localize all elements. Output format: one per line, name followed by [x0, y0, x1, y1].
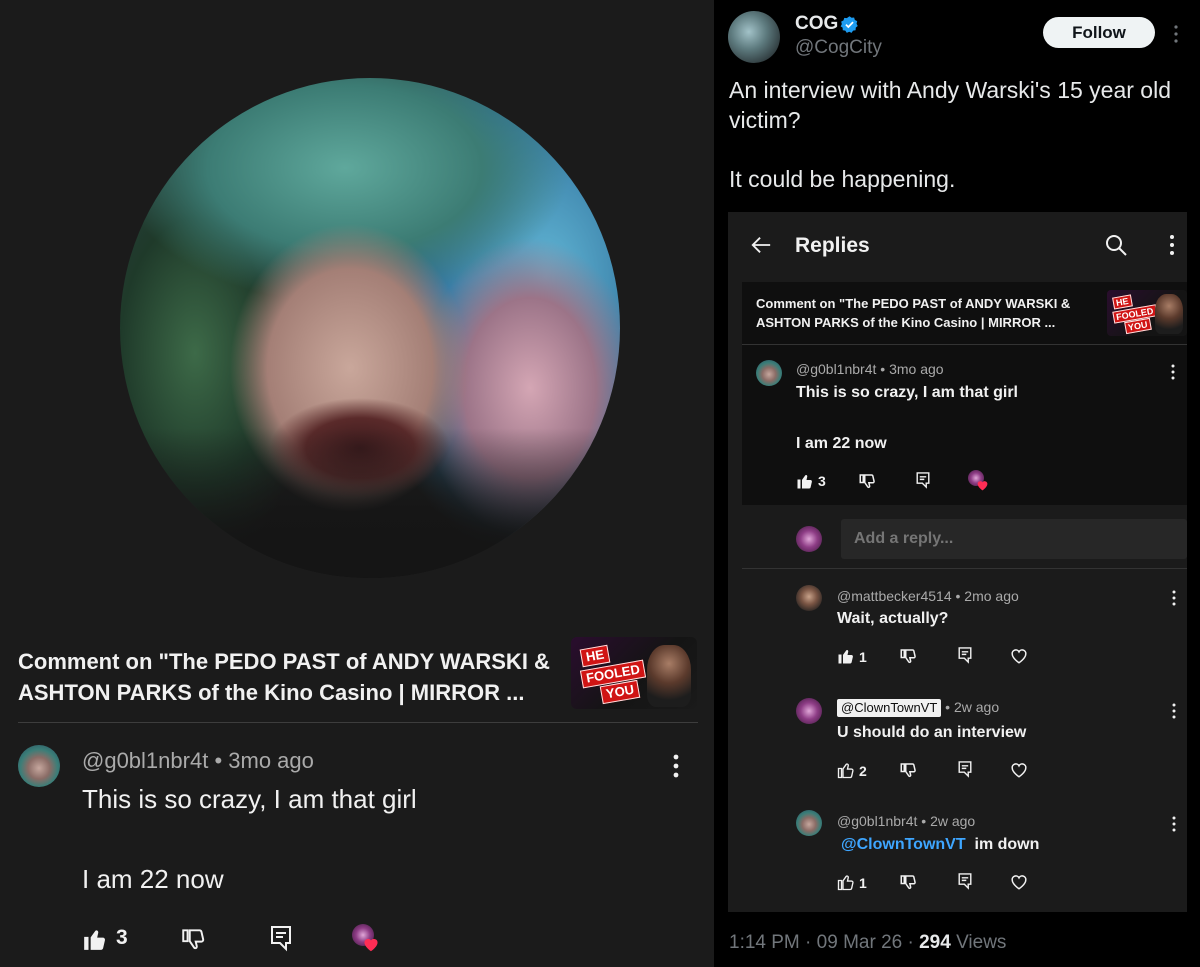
tweet-date[interactable]: 09 Mar 26	[817, 932, 903, 953]
divider	[742, 344, 1187, 345]
meta-separator: •	[214, 748, 229, 773]
heart-icon[interactable]	[1010, 873, 1028, 891]
reply-text: Wait, actually?	[837, 610, 949, 627]
verified-badge-icon	[840, 16, 858, 33]
follow-button[interactable]: Follow	[1043, 17, 1155, 48]
avatar[interactable]	[728, 11, 780, 63]
reply-meta: @mattbecker4514 • 2mo ago	[837, 588, 1019, 604]
reply-handle[interactable]: @mattbecker4514	[837, 588, 952, 604]
thumbnail-person	[647, 645, 691, 707]
reply-handle[interactable]: @ClownTownVT	[837, 699, 942, 717]
avatar[interactable]	[18, 745, 60, 787]
reply-text-body: im down	[974, 836, 1040, 853]
reply-handle[interactable]: @g0bl1nbr4t	[837, 813, 917, 829]
tweet-time[interactable]: 1:14 PM	[729, 932, 800, 953]
thumbs-down-icon[interactable]	[858, 472, 876, 490]
comment-meta: @g0bl1nbr4t • 3mo ago	[796, 361, 944, 377]
like-count: 1	[859, 875, 867, 891]
back-arrow-icon[interactable]	[750, 234, 772, 256]
avatar[interactable]	[756, 360, 782, 386]
like-count: 2	[859, 763, 867, 779]
reply-icon[interactable]	[956, 760, 974, 778]
like-count: 3	[116, 926, 128, 949]
comment-age: 3mo ago	[228, 748, 314, 773]
tweet-text-line2: It could be happening.	[729, 166, 956, 192]
reply-age: 2mo ago	[964, 588, 1019, 604]
search-icon[interactable]	[1104, 233, 1128, 257]
divider	[18, 722, 698, 723]
avatar[interactable]	[796, 810, 822, 836]
comment-meta: @g0bl1nbr4t • 3mo ago	[82, 748, 314, 774]
thumbnail-person	[1155, 294, 1183, 334]
comment-text-line2: I am 22 now	[82, 864, 224, 894]
heart-icon[interactable]	[1010, 761, 1028, 779]
tweet-text: An interview with Andy Warski's 15 year …	[729, 77, 1171, 133]
more-icon[interactable]	[1168, 24, 1184, 44]
video-thumbnail[interactable]: HE FOOLED YOU	[1107, 290, 1187, 336]
thumbs-down-icon[interactable]	[899, 647, 917, 665]
more-options-icon[interactable]	[664, 752, 688, 780]
creator-heart-icon	[352, 924, 380, 952]
thumbs-down-icon[interactable]	[180, 926, 206, 952]
reply-icon[interactable]	[956, 646, 974, 664]
avatar[interactable]	[796, 526, 822, 552]
avatar[interactable]	[796, 585, 822, 611]
comment-on-video-header[interactable]: Comment on "The PEDO PAST of ANDY WARSKI…	[756, 294, 1096, 332]
avatar[interactable]	[796, 698, 822, 724]
thumbnail-badge-line1: HE	[1112, 294, 1133, 310]
thumbs-up-icon[interactable]	[82, 926, 108, 952]
author-handle[interactable]: @CogCity	[795, 37, 882, 59]
thumbs-up-icon[interactable]	[837, 761, 855, 779]
like-count: 1	[859, 649, 867, 665]
embedded-replies-screenshot: Replies Comment on "The PEDO PAST of AND…	[728, 212, 1187, 912]
reply-age: 2w ago	[930, 813, 976, 829]
enlarged-profile-picture	[120, 78, 620, 578]
reply-meta: @ClownTownVT • 2w ago	[837, 699, 999, 717]
comment-on-video-header[interactable]: Comment on "The PEDO PAST of ANDY WARSKI…	[18, 646, 558, 708]
reply-age: 2w ago	[953, 699, 1000, 715]
reply-text: @ClownTownVT im down	[841, 836, 1039, 854]
replies-title: Replies	[795, 234, 870, 257]
tweet-panel: COG @CogCity Follow An interview with An…	[714, 0, 1200, 967]
comment-age: 3mo ago	[889, 361, 944, 377]
thumbs-down-icon[interactable]	[899, 761, 917, 779]
add-reply-input[interactable]	[841, 519, 1187, 559]
original-comment-card: Comment on "The PEDO PAST of ANDY WARSKI…	[742, 282, 1187, 505]
creator-heart-icon	[968, 470, 990, 492]
thumbnail-badge-line1: HE	[579, 644, 611, 668]
reply-text: U should do an interview	[837, 724, 1027, 741]
comment-handle[interactable]: @g0bl1nbr4t	[796, 361, 876, 377]
thumbs-up-icon[interactable]	[837, 647, 855, 665]
reply-icon[interactable]	[956, 872, 974, 890]
comment-text-line1: This is so crazy, I am that girl	[82, 784, 417, 814]
reply-icon[interactable]	[914, 471, 932, 489]
more-options-icon[interactable]	[1171, 816, 1177, 832]
more-options-icon[interactable]	[1171, 590, 1177, 606]
author-name[interactable]: COG	[795, 13, 838, 35]
view-count: 294	[919, 932, 951, 953]
more-options-icon[interactable]	[1171, 703, 1177, 719]
heart-icon[interactable]	[1010, 647, 1028, 665]
thumbs-up-icon[interactable]	[796, 472, 814, 490]
more-options-icon[interactable]	[1170, 364, 1176, 380]
reply-mention[interactable]: @ClownTownVT	[841, 836, 966, 853]
youtube-comment-zoom-panel: Comment on "The PEDO PAST of ANDY WARSKI…	[0, 0, 714, 967]
divider	[742, 568, 1187, 569]
comment-handle[interactable]: @g0bl1nbr4t	[82, 748, 208, 773]
views-label: Views	[956, 932, 1007, 953]
reply-meta: @g0bl1nbr4t • 2w ago	[837, 813, 976, 829]
like-count: 3	[818, 473, 826, 489]
reply-icon[interactable]	[269, 924, 293, 952]
comment-text-line2: I am 22 now	[796, 435, 887, 452]
video-thumbnail[interactable]: HE FOOLED YOU	[571, 637, 697, 709]
tweet-footer: 1:14 PM · 09 Mar 26 · 294 Views	[729, 932, 1007, 953]
thumbs-up-icon[interactable]	[837, 873, 855, 891]
more-options-icon[interactable]	[1168, 234, 1176, 256]
thumbs-down-icon[interactable]	[899, 873, 917, 891]
comment-text-line1: This is so crazy, I am that girl	[796, 384, 1018, 401]
